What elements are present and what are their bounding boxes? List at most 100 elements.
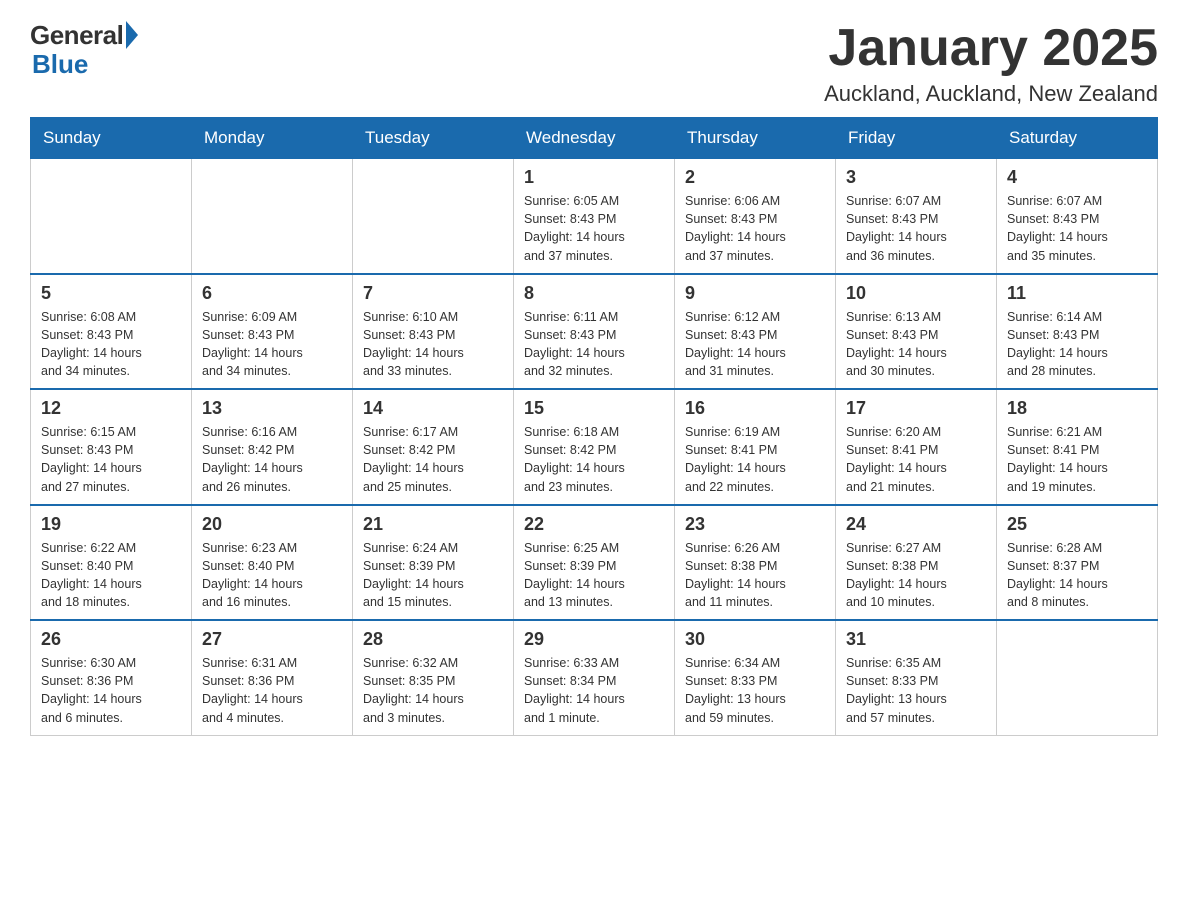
table-cell: 9 Sunrise: 6:12 AM Sunset: 8:43 PM Daylig… [675, 274, 836, 390]
day-number: 14 [363, 398, 503, 419]
day-info: Sunrise: 6:07 AM Sunset: 8:43 PM Dayligh… [846, 192, 986, 265]
table-cell: 18 Sunrise: 6:21 AM Sunset: 8:41 PM Dayli… [997, 389, 1158, 505]
day-number: 8 [524, 283, 664, 304]
table-cell: 16 Sunrise: 6:19 AM Sunset: 8:41 PM Dayli… [675, 389, 836, 505]
day-info: Sunrise: 6:19 AM Sunset: 8:41 PM Dayligh… [685, 423, 825, 496]
day-number: 22 [524, 514, 664, 535]
day-number: 25 [1007, 514, 1147, 535]
weekday-header-friday: Friday [836, 118, 997, 159]
day-info: Sunrise: 6:33 AM Sunset: 8:34 PM Dayligh… [524, 654, 664, 727]
week-row-2: 5 Sunrise: 6:08 AM Sunset: 8:43 PM Daylig… [31, 274, 1158, 390]
day-info: Sunrise: 6:07 AM Sunset: 8:43 PM Dayligh… [1007, 192, 1147, 265]
day-info: Sunrise: 6:14 AM Sunset: 8:43 PM Dayligh… [1007, 308, 1147, 381]
logo-triangle-icon [126, 21, 138, 49]
day-number: 2 [685, 167, 825, 188]
day-number: 31 [846, 629, 986, 650]
day-info: Sunrise: 6:28 AM Sunset: 8:37 PM Dayligh… [1007, 539, 1147, 612]
day-info: Sunrise: 6:15 AM Sunset: 8:43 PM Dayligh… [41, 423, 181, 496]
day-info: Sunrise: 6:21 AM Sunset: 8:41 PM Dayligh… [1007, 423, 1147, 496]
day-info: Sunrise: 6:17 AM Sunset: 8:42 PM Dayligh… [363, 423, 503, 496]
day-info: Sunrise: 6:31 AM Sunset: 8:36 PM Dayligh… [202, 654, 342, 727]
table-cell: 15 Sunrise: 6:18 AM Sunset: 8:42 PM Dayli… [514, 389, 675, 505]
day-number: 30 [685, 629, 825, 650]
day-number: 23 [685, 514, 825, 535]
day-number: 11 [1007, 283, 1147, 304]
table-cell: 23 Sunrise: 6:26 AM Sunset: 8:38 PM Dayli… [675, 505, 836, 621]
day-number: 28 [363, 629, 503, 650]
day-number: 9 [685, 283, 825, 304]
day-info: Sunrise: 6:25 AM Sunset: 8:39 PM Dayligh… [524, 539, 664, 612]
day-info: Sunrise: 6:16 AM Sunset: 8:42 PM Dayligh… [202, 423, 342, 496]
week-row-1: 1 Sunrise: 6:05 AM Sunset: 8:43 PM Daylig… [31, 159, 1158, 274]
weekday-header-monday: Monday [192, 118, 353, 159]
day-info: Sunrise: 6:35 AM Sunset: 8:33 PM Dayligh… [846, 654, 986, 727]
day-number: 27 [202, 629, 342, 650]
week-row-3: 12 Sunrise: 6:15 AM Sunset: 8:43 PM Dayli… [31, 389, 1158, 505]
day-info: Sunrise: 6:08 AM Sunset: 8:43 PM Dayligh… [41, 308, 181, 381]
day-number: 12 [41, 398, 181, 419]
day-number: 26 [41, 629, 181, 650]
weekday-header-sunday: Sunday [31, 118, 192, 159]
day-number: 7 [363, 283, 503, 304]
week-row-4: 19 Sunrise: 6:22 AM Sunset: 8:40 PM Dayli… [31, 505, 1158, 621]
day-number: 18 [1007, 398, 1147, 419]
day-number: 16 [685, 398, 825, 419]
day-info: Sunrise: 6:27 AM Sunset: 8:38 PM Dayligh… [846, 539, 986, 612]
day-number: 13 [202, 398, 342, 419]
page-header: General Blue January 2025 Auckland, Auck… [30, 20, 1158, 107]
table-cell: 26 Sunrise: 6:30 AM Sunset: 8:36 PM Dayli… [31, 620, 192, 735]
day-info: Sunrise: 6:26 AM Sunset: 8:38 PM Dayligh… [685, 539, 825, 612]
day-number: 1 [524, 167, 664, 188]
month-title: January 2025 [824, 20, 1158, 77]
table-cell: 24Sunrise: 6:27 AM Sunset: 8:38 PM Dayli… [836, 505, 997, 621]
table-cell: 27 Sunrise: 6:31 AM Sunset: 8:36 PM Dayli… [192, 620, 353, 735]
weekday-header-tuesday: Tuesday [353, 118, 514, 159]
weekday-header-saturday: Saturday [997, 118, 1158, 159]
table-cell: 25 Sunrise: 6:28 AM Sunset: 8:37 PM Dayli… [997, 505, 1158, 621]
table-cell [353, 159, 514, 274]
day-number: 15 [524, 398, 664, 419]
table-cell: 7Sunrise: 6:10 AM Sunset: 8:43 PM Daylig… [353, 274, 514, 390]
table-cell: 10 Sunrise: 6:13 AM Sunset: 8:43 PM Dayli… [836, 274, 997, 390]
table-cell [997, 620, 1158, 735]
table-cell: 29 Sunrise: 6:33 AM Sunset: 8:34 PM Dayli… [514, 620, 675, 735]
calendar-table: SundayMondayTuesdayWednesdayThursdayFrid… [30, 117, 1158, 736]
day-info: Sunrise: 6:13 AM Sunset: 8:43 PM Dayligh… [846, 308, 986, 381]
day-info: Sunrise: 6:23 AM Sunset: 8:40 PM Dayligh… [202, 539, 342, 612]
weekday-header-row: SundayMondayTuesdayWednesdayThursdayFrid… [31, 118, 1158, 159]
table-cell: 2Sunrise: 6:06 AM Sunset: 8:43 PM Daylig… [675, 159, 836, 274]
day-info: Sunrise: 6:34 AM Sunset: 8:33 PM Dayligh… [685, 654, 825, 727]
day-info: Sunrise: 6:05 AM Sunset: 8:43 PM Dayligh… [524, 192, 664, 265]
day-info: Sunrise: 6:18 AM Sunset: 8:42 PM Dayligh… [524, 423, 664, 496]
table-cell: 28 Sunrise: 6:32 AM Sunset: 8:35 PM Dayli… [353, 620, 514, 735]
table-cell: 4 Sunrise: 6:07 AM Sunset: 8:43 PM Daylig… [997, 159, 1158, 274]
day-info: Sunrise: 6:30 AM Sunset: 8:36 PM Dayligh… [41, 654, 181, 727]
day-info: Sunrise: 6:11 AM Sunset: 8:43 PM Dayligh… [524, 308, 664, 381]
day-number: 5 [41, 283, 181, 304]
day-number: 6 [202, 283, 342, 304]
logo-general-text: General [30, 20, 123, 51]
logo-blue-text: Blue [30, 49, 88, 80]
table-cell: 1 Sunrise: 6:05 AM Sunset: 8:43 PM Daylig… [514, 159, 675, 274]
table-cell: 8 Sunrise: 6:11 AM Sunset: 8:43 PM Daylig… [514, 274, 675, 390]
day-info: Sunrise: 6:24 AM Sunset: 8:39 PM Dayligh… [363, 539, 503, 612]
table-cell: 21Sunrise: 6:24 AM Sunset: 8:39 PM Dayli… [353, 505, 514, 621]
day-number: 10 [846, 283, 986, 304]
logo: General Blue [30, 20, 138, 80]
day-info: Sunrise: 6:20 AM Sunset: 8:41 PM Dayligh… [846, 423, 986, 496]
day-number: 19 [41, 514, 181, 535]
day-number: 4 [1007, 167, 1147, 188]
table-cell: 6Sunrise: 6:09 AM Sunset: 8:43 PM Daylig… [192, 274, 353, 390]
table-cell: 14 Sunrise: 6:17 AM Sunset: 8:42 PM Dayli… [353, 389, 514, 505]
day-info: Sunrise: 6:32 AM Sunset: 8:35 PM Dayligh… [363, 654, 503, 727]
day-info: Sunrise: 6:22 AM Sunset: 8:40 PM Dayligh… [41, 539, 181, 612]
day-number: 29 [524, 629, 664, 650]
day-info: Sunrise: 6:12 AM Sunset: 8:43 PM Dayligh… [685, 308, 825, 381]
table-cell: 11 Sunrise: 6:14 AM Sunset: 8:43 PM Dayli… [997, 274, 1158, 390]
table-cell [192, 159, 353, 274]
weekday-header-wednesday: Wednesday [514, 118, 675, 159]
table-cell: 12 Sunrise: 6:15 AM Sunset: 8:43 PM Dayli… [31, 389, 192, 505]
day-number: 20 [202, 514, 342, 535]
table-cell: 5 Sunrise: 6:08 AM Sunset: 8:43 PM Daylig… [31, 274, 192, 390]
table-cell: 22 Sunrise: 6:25 AM Sunset: 8:39 PM Dayli… [514, 505, 675, 621]
